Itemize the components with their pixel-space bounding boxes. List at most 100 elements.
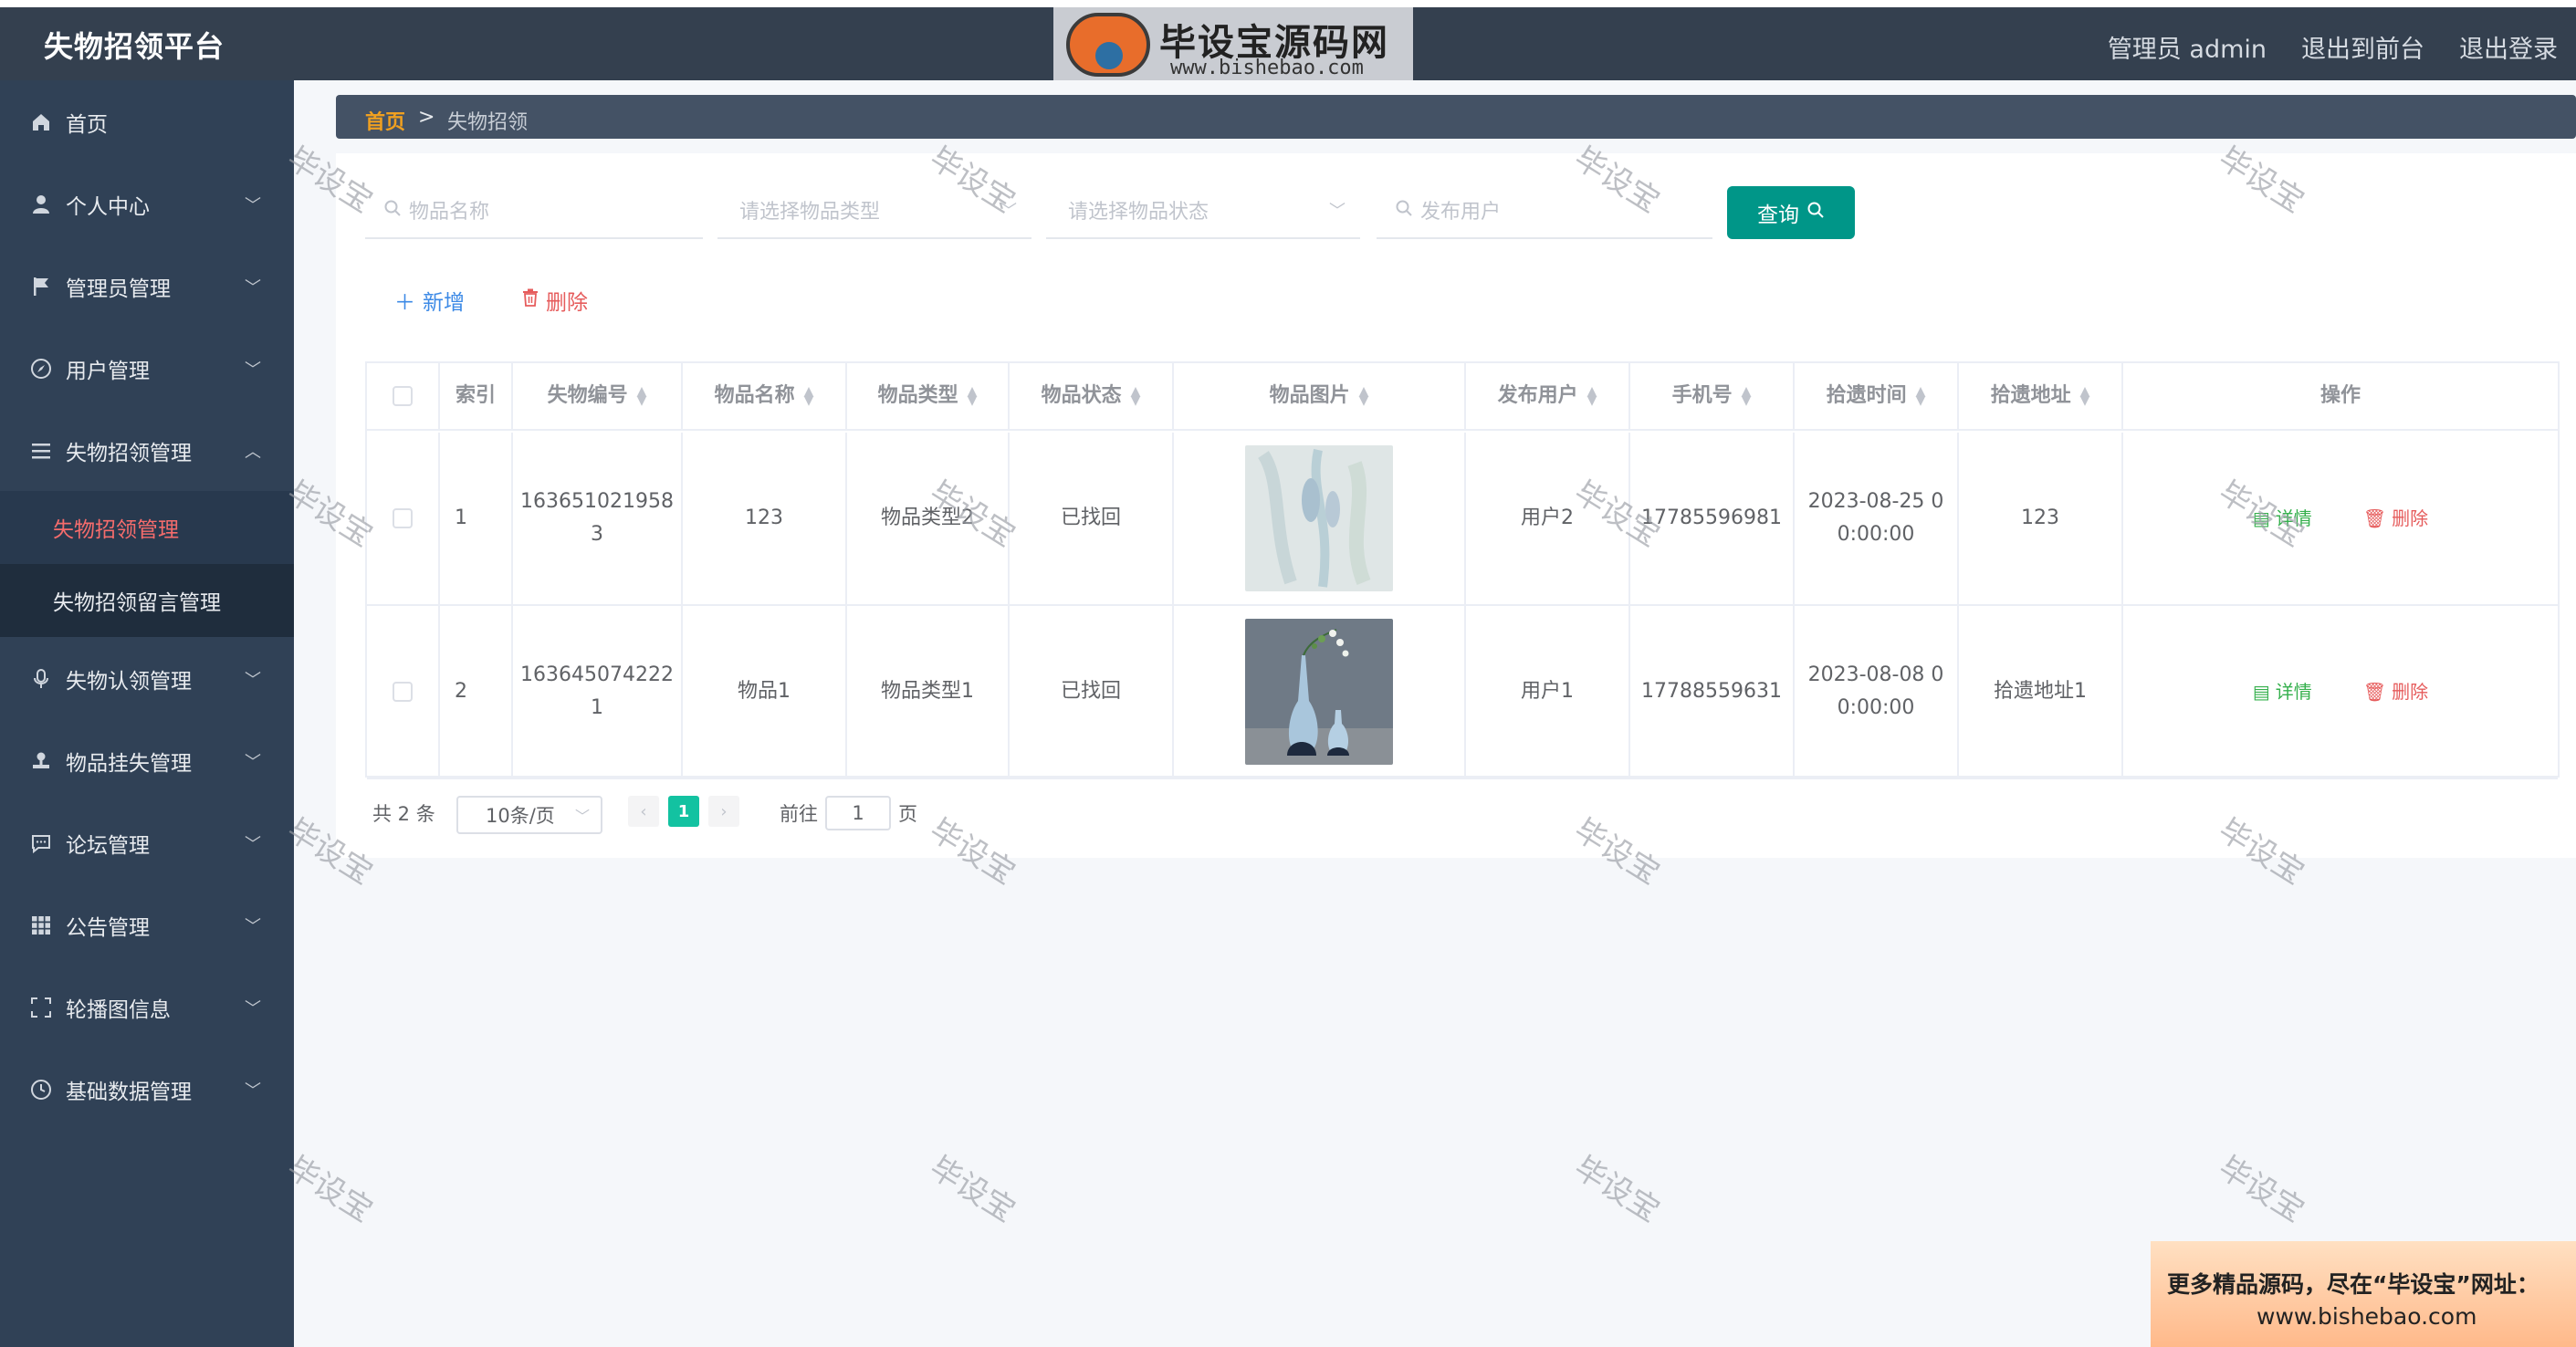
column-header-sortable[interactable]: 物品状态 ▲ ▼ (1010, 363, 1174, 429)
sidebar-item-label: 管理员管理 (66, 277, 171, 301)
page-number-current[interactable]: 1 (668, 796, 699, 827)
sidebar-item-forum[interactable]: 论坛管理 ﹀ (0, 803, 294, 883)
cell-time: 2023-08-08 00:00:00 (1795, 606, 1959, 778)
sidebar-item-lost-found[interactable]: 失物招领管理 ︿ (0, 411, 294, 491)
lost-found-table: 索引 失物编号 ▲ ▼ 物品名称 ▲ ▼ 物品类型 ▲ ▼ 物品状态 ▲ ▼ 物品图片 ▲ ▼ 发布… (365, 361, 2560, 779)
row-checkbox[interactable] (393, 508, 413, 528)
app-title: 失物招领平台 (44, 29, 225, 64)
sort-icon: ▲ ▼ (1586, 384, 1597, 408)
user-stamp-icon (29, 749, 53, 773)
prev-page-button[interactable]: ‹ (628, 796, 659, 827)
item-status-select[interactable]: 请选择物品状态 ﹀ (1046, 183, 1360, 239)
exit-to-front-link[interactable]: 退出到前台 (2301, 29, 2424, 65)
cell-operations: ▤ 详情 🗑 删除 (2123, 433, 2558, 604)
sidebar: 首页 个人中心 ﹀ 管理员管理 ﹀ 用户管理 ﹀ 失物招领管理 ︿ 失物招领管理… (0, 80, 294, 1347)
select-all-cell (367, 363, 440, 429)
sidebar-item-lost-report[interactable]: 物品挂失管理 ﹀ (0, 721, 294, 801)
item-name-input[interactable]: 物品名称 (365, 183, 703, 239)
cell-phone: 17785596981 (1630, 433, 1795, 604)
document-icon: ▤ (2252, 681, 2270, 703)
chevron-down-icon: ﹀ (1000, 202, 1017, 221)
chevron-up-icon: ︿ (245, 443, 261, 462)
sidebar-item-label: 公告管理 (66, 916, 150, 940)
publisher-input[interactable]: 发布用户 (1377, 183, 1712, 239)
search-icon (1395, 199, 1413, 222)
chevron-down-icon: ﹀ (245, 671, 261, 690)
goto-page-input[interactable]: 1 (825, 796, 891, 830)
submenu-lost-found-manage[interactable]: 失物招领管理 (0, 491, 294, 564)
cell-status: 已找回 (1010, 433, 1174, 604)
next-page-button[interactable]: › (708, 796, 739, 827)
column-header-sortable[interactable]: 手机号 ▲ ▼ (1630, 363, 1795, 429)
sidebar-item-users[interactable]: 用户管理 ﹀ (0, 329, 294, 409)
clock-icon (29, 1078, 53, 1102)
column-header-sortable[interactable]: 物品类型 ▲ ▼ (847, 363, 1010, 429)
camera-logo-icon (1066, 13, 1150, 77)
home-icon (29, 110, 53, 134)
cell-address: 123 (1959, 433, 2123, 604)
promo-line2: www.bishebao.com (2257, 1303, 2477, 1330)
cell-code: 1636450742221 (513, 606, 683, 778)
cell-address: 拾遗地址1 (1959, 606, 2123, 778)
submenu-lost-found-comments[interactable]: 失物招领留言管理 (0, 564, 294, 637)
chevron-down-icon: ﹀ (1329, 202, 1346, 221)
cell-user: 用户1 (1466, 606, 1630, 778)
watermark-logo-banner: 毕设宝源码网 www.bishebao.com (1053, 7, 1413, 80)
detail-button[interactable]: ▤ 详情 (2253, 502, 2312, 535)
submenu-label: 失物招领管理 (53, 518, 179, 542)
add-button[interactable]: ＋ 新增 (394, 285, 465, 316)
sidebar-item-admin[interactable]: 管理员管理 ﹀ (0, 246, 294, 327)
search-icon (1806, 201, 1825, 224)
column-header-sortable[interactable]: 失物编号 ▲ ▼ (513, 363, 683, 429)
column-header-sortable[interactable]: 发布用户 ▲ ▼ (1466, 363, 1630, 429)
sort-icon: ▲ ▼ (636, 384, 647, 408)
column-header-sortable[interactable]: 物品图片 ▲ ▼ (1174, 363, 1466, 429)
search-button[interactable]: 查询 (1727, 186, 1855, 239)
breadcrumb: 首页 > 失物招领 (336, 95, 2576, 139)
page-size-select[interactable]: 10条/页 ﹀ (456, 796, 602, 834)
sidebar-item-notice[interactable]: 公告管理 ﹀ (0, 885, 294, 966)
column-header-sortable[interactable]: 拾遗地址 ▲ ▼ (1959, 363, 2123, 429)
column-header-sortable[interactable]: 物品名称 ▲ ▼ (683, 363, 847, 429)
batch-delete-button[interactable]: 删除 (522, 285, 588, 316)
sidebar-item-home[interactable]: 首页 (0, 82, 294, 162)
sidebar-item-base-data[interactable]: 基础数据管理 ﹀ (0, 1049, 294, 1130)
logout-link[interactable]: 退出登录 (2459, 29, 2558, 65)
sidebar-item-label: 基础数据管理 (66, 1081, 192, 1104)
chevron-down-icon: ﹀ (245, 278, 261, 298)
chevron-down-icon: ﹀ (245, 196, 261, 215)
chat-icon (29, 831, 53, 855)
admin-user-label[interactable]: 管理员 admin (2108, 29, 2267, 65)
column-header-sortable[interactable]: 拾遗时间 ▲ ▼ (1795, 363, 1959, 429)
breadcrumb-home[interactable]: 首页 (365, 106, 405, 135)
sidebar-item-claims[interactable]: 失物认领管理 ﹀ (0, 639, 294, 719)
sidebar-item-carousel[interactable]: 轮播图信息 ﹀ (0, 967, 294, 1048)
add-button-label: 新增 (423, 291, 465, 315)
sidebar-item-profile[interactable]: 个人中心 ﹀ (0, 164, 294, 245)
chevron-down-icon: ﹀ (245, 360, 261, 380)
column-header: 操作 (2319, 384, 2361, 407)
detail-button[interactable]: ▤ 详情 (2253, 675, 2312, 708)
table-row: 1 1636510219583 123 物品类型2 已找回 用户2 177855… (367, 433, 2558, 606)
item-image-thumbnail[interactable] (1245, 619, 1393, 765)
document-icon: ▤ (2252, 507, 2270, 529)
row-checkbox[interactable] (393, 682, 413, 702)
chevron-down-icon: ﹀ (245, 835, 261, 854)
submenu-label: 失物招领留言管理 (53, 591, 221, 615)
delete-button[interactable]: 🗑 删除 (2363, 675, 2428, 708)
item-image-thumbnail[interactable] (1245, 445, 1393, 591)
select-all-checkbox[interactable] (393, 386, 413, 406)
sort-icon: ▲ ▼ (1741, 384, 1752, 408)
chevron-down-icon: ﹀ (245, 917, 261, 936)
microphone-icon (29, 667, 53, 691)
chevron-right-icon: › (720, 801, 728, 821)
search-button-label: 查询 (1757, 204, 1799, 227)
placeholder-text: 物品名称 (409, 201, 490, 224)
item-type-select[interactable]: 请选择物品类型 ﹀ (717, 183, 1031, 239)
chevron-down-icon: ﹀ (245, 753, 261, 772)
cell-phone: 17788559631 (1630, 606, 1795, 778)
promo-banner[interactable]: 更多精品源码，尽在“毕设宝”网址： www.bishebao.com (2151, 1241, 2576, 1347)
page-suffix: 页 (898, 803, 917, 825)
plus-icon: ＋ (394, 291, 415, 315)
delete-button[interactable]: 🗑 删除 (2363, 502, 2428, 535)
